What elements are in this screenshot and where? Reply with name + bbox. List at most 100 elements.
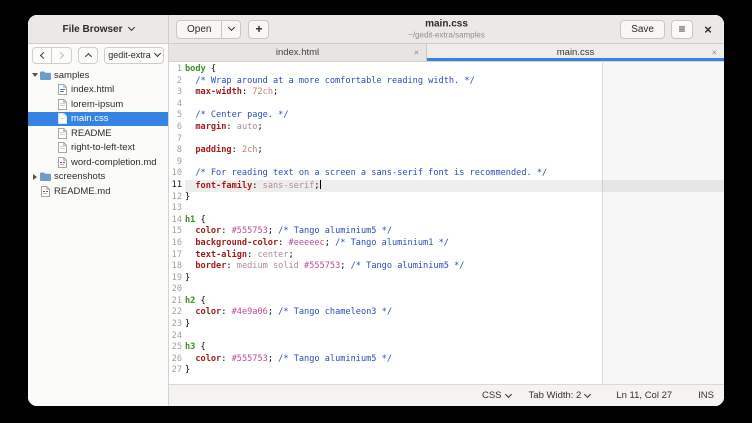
code-line[interactable] <box>185 331 724 343</box>
tree-item-README.md[interactable]: README.md <box>28 184 168 199</box>
code-view[interactable]: body { /* Wrap around at a more comforta… <box>185 62 724 384</box>
tree-item-word-completion.md[interactable]: word-completion.md <box>28 155 168 170</box>
line-number-gutter[interactable]: 1234567891011121314151617181920212223242… <box>169 62 185 384</box>
code-line[interactable]: padding: 2ch; <box>185 145 724 157</box>
panel-switcher-button[interactable]: File Browser <box>55 21 140 38</box>
cursor-position-label: Ln 11, Col 27 <box>616 390 672 401</box>
chevron-up-icon <box>84 52 91 59</box>
tab-close-icon[interactable]: × <box>414 48 419 57</box>
code-line[interactable]: h3 { <box>185 342 724 354</box>
open-button-group: Open <box>176 20 241 39</box>
code-line[interactable] <box>185 134 724 146</box>
code-line[interactable]: h2 { <box>185 296 724 308</box>
expander-open-icon[interactable] <box>32 73 38 77</box>
chevron-down-icon <box>584 390 591 397</box>
expander-closed-icon[interactable] <box>33 174 37 180</box>
code-line[interactable]: /* Wrap around at a more comfortable rea… <box>185 76 724 88</box>
code-line[interactable] <box>185 284 724 296</box>
line-number: 26 <box>169 354 182 366</box>
chevron-right-icon <box>57 51 64 58</box>
tab-label: index.html <box>276 47 319 58</box>
content-area: gedit-extra samples index.html lorem-ipsum… <box>28 44 724 406</box>
line-number: 1 <box>169 64 182 76</box>
code-line[interactable]: color: #555753; /* Tango aluminium5 */ <box>185 226 724 238</box>
file-tree: samples index.html lorem-ipsum main.css READ… <box>28 66 168 406</box>
line-number: 21 <box>169 296 182 308</box>
tree-item-lorem-ipsum[interactable]: lorem-ipsum <box>28 97 168 112</box>
code-line[interactable] <box>185 203 724 215</box>
tree-item-label: index.html <box>71 84 114 95</box>
code-line[interactable]: background-color: #eeeeec; /* Tango alum… <box>185 238 724 250</box>
parent-folder-button[interactable] <box>78 47 98 64</box>
line-number: 8 <box>169 145 182 157</box>
code-line[interactable]: border: medium solid #555753; /* Tango a… <box>185 261 724 273</box>
tree-item-screenshots[interactable]: screenshots <box>28 170 168 185</box>
tree-item-label: screenshots <box>54 171 105 182</box>
code-line[interactable] <box>185 99 724 111</box>
line-number: 9 <box>169 157 182 169</box>
tree-item-README[interactable]: README <box>28 126 168 141</box>
code-line[interactable]: text-align: center; <box>185 250 724 262</box>
file-browser-toolbar: gedit-extra <box>28 44 168 66</box>
tree-item-samples[interactable]: samples <box>28 68 168 83</box>
insert-mode-label: INS <box>698 390 714 401</box>
tab-width-dropdown[interactable]: Tab Width: 2 <box>529 390 591 401</box>
tree-item-right-to-left-text[interactable]: right-to-left-text <box>28 141 168 156</box>
line-number: 3 <box>169 87 182 99</box>
new-tab-button[interactable]: + <box>248 20 269 39</box>
code-line[interactable]: max-width: 72ch; <box>185 87 724 99</box>
line-number: 5 <box>169 110 182 122</box>
location-dropdown[interactable]: gedit-extra <box>104 47 164 64</box>
file-browser-panel: gedit-extra samples index.html lorem-ipsum… <box>28 44 169 406</box>
line-number: 7 <box>169 134 182 146</box>
line-number: 25 <box>169 342 182 354</box>
open-recent-dropdown-button[interactable] <box>222 20 241 39</box>
chevron-left-icon <box>39 51 46 58</box>
language-dropdown[interactable]: CSS <box>482 390 511 401</box>
save-button[interactable]: Save <box>620 20 665 39</box>
window-subtitle: ~/gedit-extra/samples <box>408 30 485 39</box>
code-line[interactable]: color: #555753; /* Tango aluminium5 */ <box>185 354 724 366</box>
code-line[interactable]: body { <box>185 64 724 76</box>
code-line[interactable]: /* For reading text on a screen a sans-s… <box>185 168 724 180</box>
window-close-button[interactable]: × <box>699 20 717 38</box>
tree-item-label: lorem-ipsum <box>71 99 123 110</box>
headerbar: File Browser Open + main.css ~/gedit-ext… <box>28 15 724 44</box>
code-line[interactable]: } <box>185 365 724 377</box>
headerbar-main-section: Open + main.css ~/gedit-extra/samples Sa… <box>169 15 724 43</box>
language-label: CSS <box>482 390 502 401</box>
text-editor[interactable]: 1234567891011121314151617181920212223242… <box>169 62 724 384</box>
code-line[interactable]: } <box>185 319 724 331</box>
code-line[interactable]: /* Center page. */ <box>185 110 724 122</box>
chevron-down-icon <box>504 390 511 397</box>
panel-switcher-label: File Browser <box>62 24 122 35</box>
code-line[interactable]: font-family: sans-serif; <box>185 180 724 192</box>
tree-item-label: samples <box>54 70 89 81</box>
code-line[interactable]: margin: auto; <box>185 122 724 134</box>
back-button[interactable] <box>32 47 52 64</box>
line-number: 11 <box>169 180 182 192</box>
code-line[interactable]: } <box>185 273 724 285</box>
status-bar: CSS Tab Width: 2 Ln 11, Col 27 INS <box>169 384 724 406</box>
tab-index-html[interactable]: index.html × <box>169 44 427 61</box>
tab-bar: index.html × main.css × <box>169 44 724 62</box>
chevron-down-icon <box>228 24 235 31</box>
tab-main-css[interactable]: main.css × <box>427 44 724 61</box>
tree-item-label: main.css <box>71 113 108 124</box>
hamburger-menu-button[interactable]: ≡ <box>671 20 693 39</box>
code-line[interactable]: } <box>185 192 724 204</box>
code-line[interactable]: h1 { <box>185 215 724 227</box>
line-number: 22 <box>169 307 182 319</box>
line-number: 4 <box>169 99 182 111</box>
tree-item-label: right-to-left-text <box>71 142 135 153</box>
tab-label: main.css <box>557 47 594 58</box>
code-line[interactable] <box>185 157 724 169</box>
editor-column: index.html × main.css × 1234567891011121… <box>169 44 724 406</box>
open-button[interactable]: Open <box>176 20 222 39</box>
tree-item-main.css[interactable]: main.css <box>28 112 168 127</box>
tab-close-icon[interactable]: × <box>712 48 717 57</box>
tree-item-index.html[interactable]: index.html <box>28 83 168 98</box>
forward-button[interactable] <box>52 47 72 64</box>
line-number: 13 <box>169 203 182 215</box>
code-line[interactable]: color: #4e9a06; /* Tango chameleon3 */ <box>185 307 724 319</box>
